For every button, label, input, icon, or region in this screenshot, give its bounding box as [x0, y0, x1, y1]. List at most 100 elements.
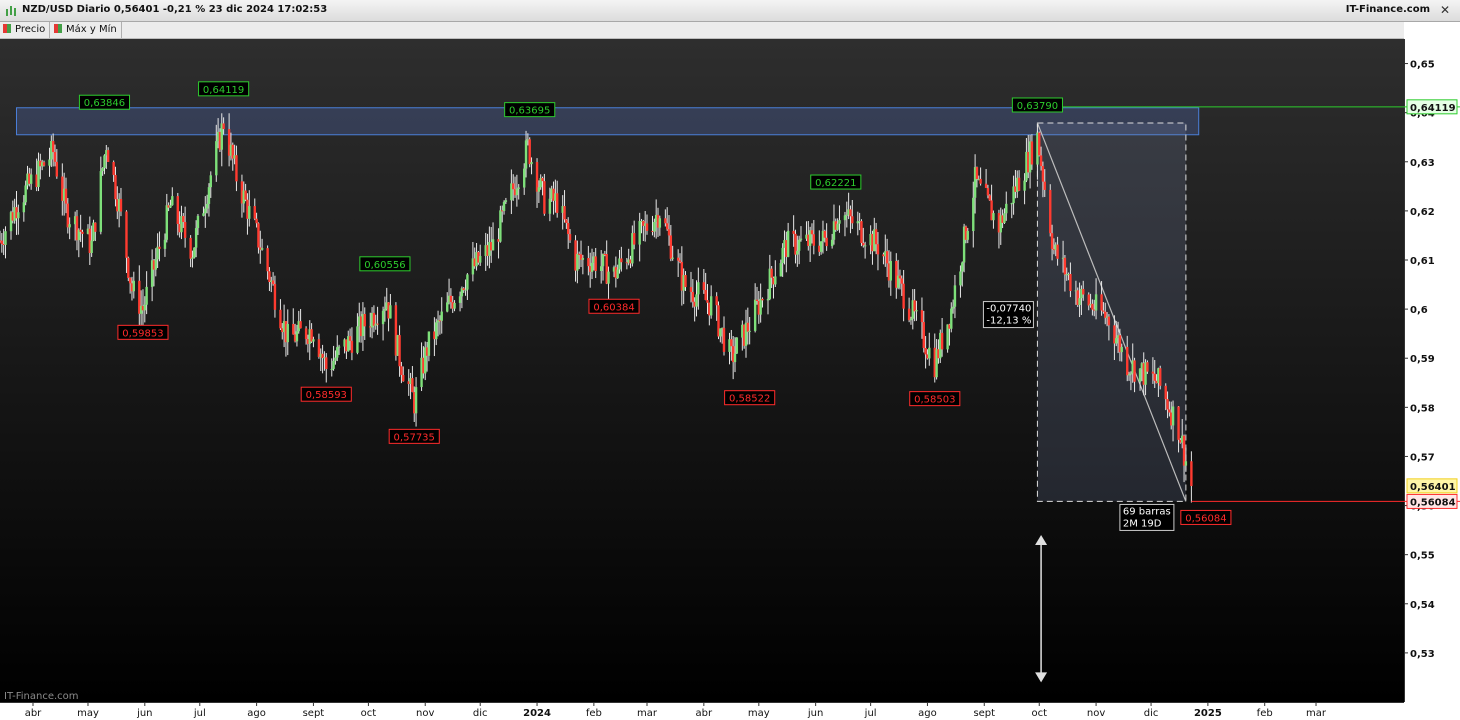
candle-body-down	[885, 251, 889, 264]
candle-body-down	[669, 235, 673, 259]
candle-body-down	[189, 237, 192, 259]
candle-body-down	[176, 196, 179, 224]
candle-body-up	[414, 387, 418, 414]
candle-body-down	[988, 195, 991, 201]
candle-body-down	[556, 193, 559, 213]
candle-body-down	[0, 240, 4, 244]
candle-body-up	[334, 357, 337, 361]
candle-body-down	[1159, 368, 1162, 386]
candle-body-up	[68, 224, 71, 228]
candle-body-up	[517, 187, 520, 189]
candle-body-down	[704, 289, 707, 300]
candle-body-up	[466, 274, 469, 290]
candle-body-up	[515, 188, 519, 196]
measure-duration: 2M 19D	[1123, 518, 1162, 529]
candle-body-up	[446, 302, 449, 312]
candle-body-down	[860, 221, 863, 244]
candle-body-down	[94, 222, 97, 232]
candle-body-down	[128, 277, 132, 284]
candle-body-down	[792, 230, 795, 234]
candle-body-down	[255, 218, 258, 224]
candle-body-up	[733, 353, 737, 363]
candle-body-up	[759, 298, 762, 315]
x-tick-label: ago	[918, 708, 937, 719]
candle-body-down	[702, 282, 706, 290]
candle-body-up	[599, 266, 603, 271]
candle-body-up	[1005, 203, 1008, 214]
candle-body-up	[389, 305, 392, 319]
candle-body-down	[1126, 346, 1129, 376]
candle-body-up	[383, 308, 387, 311]
candle-body-up	[863, 245, 867, 247]
legend-item-max-min[interactable]: Máx y Mín	[51, 22, 122, 38]
candle-body-up	[889, 260, 892, 281]
candle-body-down	[922, 322, 925, 349]
candle-body-down	[730, 339, 733, 347]
candle-body-up	[766, 298, 770, 301]
peak-label: 0,60556	[364, 260, 405, 271]
candle-body-up	[427, 331, 431, 356]
candle-body-down	[940, 332, 944, 350]
candle-body-up	[992, 213, 995, 221]
candle-body-down	[823, 230, 827, 238]
candle-body-up	[748, 330, 751, 332]
candle-body-down	[125, 211, 128, 258]
candle-body-up	[616, 269, 619, 279]
candle-body-up	[1171, 406, 1175, 426]
candle-body-up	[1094, 294, 1098, 311]
x-tick-label: nov	[416, 708, 434, 719]
measure-bars: 69 barras	[1123, 506, 1171, 517]
x-tick-label: sept	[303, 708, 325, 719]
y-tick-label: 0,61	[1410, 256, 1435, 267]
candle-body-down	[304, 328, 308, 340]
candle-body-down	[664, 218, 667, 224]
candle-body-up	[838, 220, 841, 224]
candle-body-up	[638, 221, 641, 245]
close-icon[interactable]: ✕	[1438, 3, 1452, 17]
x-tick-label: jun	[136, 708, 152, 719]
x-tick-label: oct	[361, 708, 377, 719]
candle-body-down	[81, 231, 84, 234]
x-tick-label: sept	[973, 708, 995, 719]
y-tick-label: 0,62	[1410, 207, 1435, 218]
candle-body-up	[248, 206, 251, 219]
candle-body-down	[271, 280, 275, 285]
candle-body-up	[4, 231, 7, 245]
candle-body-down	[1049, 189, 1052, 234]
candle-body-up	[1120, 346, 1123, 353]
candle-body-down	[1164, 385, 1167, 400]
candle-body-up	[491, 239, 495, 251]
legend-item-precio[interactable]: Precio	[0, 22, 51, 38]
candle-body-down	[676, 257, 680, 261]
plot-background	[0, 39, 1404, 702]
x-tick-label: 2024	[523, 708, 551, 719]
x-tick-label: mar	[1306, 708, 1327, 719]
candle-body-up	[260, 248, 264, 250]
y-tick-label: 0,54	[1410, 600, 1435, 611]
level-tag-label: 0,56401	[1410, 482, 1456, 493]
candle-body-down	[1038, 132, 1041, 156]
candle-body-down	[66, 203, 70, 228]
candle-body-down	[449, 295, 453, 303]
candle-body-up	[915, 310, 918, 312]
candle-body-up	[601, 253, 605, 267]
candle-body-up	[799, 238, 803, 240]
candle-body-down	[279, 309, 282, 329]
candle-body-down	[761, 298, 764, 301]
peak-label: 0,63846	[84, 98, 125, 109]
candle-body-up	[658, 218, 662, 228]
price-chart[interactable]: 0,530,540,550,560,570,580,590,60,610,620…	[0, 0, 1460, 720]
legend-label: Precio	[15, 24, 46, 35]
measure-change-pct: -12,13 %	[986, 316, 1031, 327]
candle-body-down	[1168, 409, 1171, 413]
candle-body-down	[898, 275, 902, 279]
candle-body-up	[202, 213, 205, 216]
candle-body-down	[266, 248, 269, 272]
candle-body-up	[458, 296, 462, 303]
x-tick-label: feb	[586, 708, 602, 719]
candle-body-up	[1003, 213, 1006, 223]
candle-body-down	[1177, 406, 1180, 440]
candle-body-up	[537, 187, 541, 192]
candle-body-down	[632, 233, 636, 245]
candle-body-down	[902, 283, 905, 309]
